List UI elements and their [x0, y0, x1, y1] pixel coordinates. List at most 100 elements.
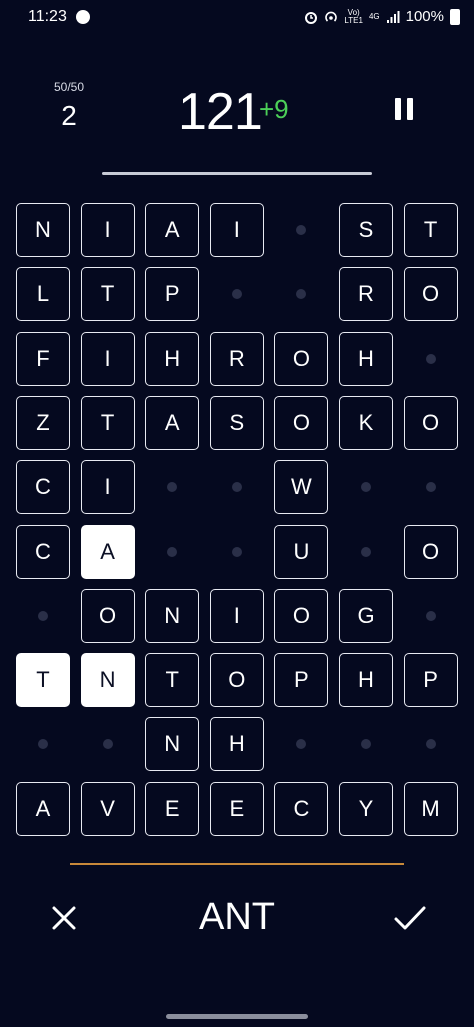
empty-dot — [425, 353, 436, 364]
empty-dot — [231, 546, 242, 557]
moves-counter: 50/50 2 — [44, 80, 94, 132]
empty-cell — [210, 460, 264, 514]
pause-button[interactable] — [392, 98, 418, 120]
letter-tile[interactable]: M — [403, 781, 458, 836]
letter-tile[interactable]: H — [209, 717, 264, 772]
score-bonus: +9 — [259, 94, 289, 124]
pause-icon-bar — [407, 98, 413, 120]
letter-tile[interactable]: Y — [339, 781, 393, 836]
hotspot-icon — [325, 11, 338, 22]
empty-cell — [404, 332, 458, 386]
empty-dot — [296, 739, 307, 750]
letter-tile[interactable]: T — [16, 653, 70, 708]
letter-tile[interactable]: S — [209, 395, 264, 450]
empty-cell — [404, 717, 458, 771]
letter-tile[interactable]: N — [145, 717, 200, 772]
status-bar: 11:23 Vo) LTE1 4G 100% — [0, 0, 474, 36]
letter-tile[interactable]: I — [80, 203, 135, 257]
letter-tile[interactable]: S — [339, 203, 393, 257]
status-icons: Vo) LTE1 4G 100% — [304, 8, 460, 25]
letter-tile[interactable]: I — [209, 203, 264, 257]
letter-tile[interactable]: N — [16, 203, 70, 257]
network-bottom: LTE1 — [344, 15, 363, 25]
letter-tile[interactable]: I — [209, 588, 264, 643]
letter-tile[interactable]: N — [80, 653, 135, 708]
letter-tile[interactable]: W — [274, 460, 329, 515]
letter-tile[interactable]: C — [274, 781, 329, 836]
letter-tile[interactable]: O — [403, 395, 458, 450]
empty-cell — [145, 460, 199, 514]
letter-tile[interactable]: A — [16, 781, 70, 836]
moves-remaining: 50/50 — [53, 80, 85, 94]
cancel-button[interactable] — [48, 902, 80, 934]
empty-cell — [145, 525, 199, 579]
letter-tile[interactable]: U — [274, 524, 329, 579]
letter-tile[interactable]: O — [274, 395, 329, 450]
letter-tile[interactable]: P — [403, 653, 458, 708]
letter-tile[interactable]: O — [274, 331, 329, 386]
letter-tile[interactable]: F — [16, 331, 70, 386]
letter-tile[interactable]: E — [145, 781, 200, 836]
empty-dot — [425, 739, 436, 750]
empty-dot — [167, 482, 178, 493]
pause-icon-bar — [395, 98, 401, 120]
letter-tile[interactable]: N — [145, 588, 200, 643]
empty-dot — [296, 225, 307, 235]
letter-tile[interactable]: V — [80, 781, 135, 836]
letter-tile[interactable]: H — [339, 653, 393, 708]
letter-tile[interactable]: P — [145, 267, 200, 322]
letter-tile[interactable]: T — [403, 203, 458, 257]
letter-tile[interactable]: R — [209, 331, 264, 386]
letter-tile[interactable]: T — [145, 653, 200, 708]
letter-tile[interactable]: A — [145, 395, 200, 450]
letter-tile[interactable]: G — [339, 588, 393, 643]
letter-tile[interactable]: O — [274, 588, 329, 643]
letter-tile[interactable]: L — [16, 267, 70, 322]
letter-tile[interactable]: R — [339, 267, 393, 322]
letter-tile[interactable]: H — [145, 331, 200, 386]
empty-dot — [38, 739, 48, 750]
confirm-button[interactable] — [392, 902, 428, 934]
empty-dot — [38, 610, 48, 621]
home-indicator — [166, 1014, 308, 1019]
letter-tile[interactable]: O — [403, 267, 458, 322]
letter-tile[interactable]: C — [16, 460, 70, 515]
letter-tile[interactable]: P — [274, 653, 329, 708]
letter-tile[interactable]: O — [80, 588, 135, 643]
score: 121 — [178, 83, 263, 141]
empty-cell — [210, 525, 264, 579]
empty-dot — [231, 289, 242, 300]
empty-cell — [274, 717, 328, 771]
empty-cell — [81, 717, 135, 771]
letter-tile[interactable]: A — [80, 524, 135, 579]
empty-cell — [274, 267, 328, 321]
battery-icon — [450, 8, 460, 25]
empty-dot — [231, 482, 242, 493]
battery-text: 100% — [405, 8, 444, 25]
letter-tile[interactable]: T — [80, 267, 135, 322]
letter-tile[interactable]: Z — [16, 395, 70, 450]
empty-cell — [210, 267, 264, 321]
letter-tile[interactable]: O — [403, 524, 458, 579]
empty-dot — [296, 289, 307, 300]
letter-tile[interactable]: I — [80, 460, 135, 515]
letter-tile[interactable]: I — [80, 331, 135, 386]
letter-tile[interactable]: C — [16, 524, 70, 579]
letter-tile[interactable]: T — [80, 395, 135, 450]
empty-dot — [167, 546, 178, 557]
network-label: Vo) LTE1 — [344, 8, 363, 25]
empty-cell — [339, 717, 393, 771]
counter-value: 2 — [61, 100, 77, 131]
empty-cell — [404, 589, 458, 643]
alarm-icon — [305, 11, 318, 24]
letter-tile[interactable]: E — [209, 781, 264, 836]
letter-tile[interactable]: K — [339, 395, 393, 450]
empty-cell — [339, 460, 393, 514]
letter-tile[interactable]: H — [339, 331, 393, 386]
app-notification-icon — [76, 10, 90, 24]
letter-tile[interactable]: A — [145, 203, 200, 257]
empty-cell — [339, 525, 393, 579]
letter-tile[interactable]: O — [209, 653, 264, 708]
empty-dot — [102, 739, 113, 750]
signal-icon — [386, 10, 400, 23]
